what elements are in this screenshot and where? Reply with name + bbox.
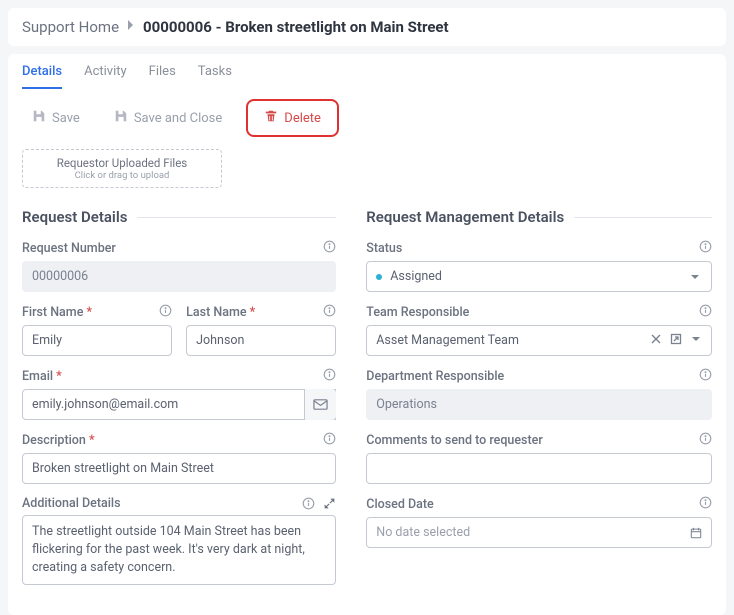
additional-details-input[interactable] xyxy=(22,515,336,585)
request-number-value: 00000006 xyxy=(22,261,336,292)
save-close-button[interactable]: Save and Close xyxy=(104,103,232,133)
status-label: Status xyxy=(366,241,402,256)
status-dot-icon xyxy=(376,274,382,280)
envelope-icon[interactable] xyxy=(304,389,336,420)
section-header-right: Request Management Details xyxy=(366,208,712,226)
tabs: Details Activity Files Tasks xyxy=(8,54,726,89)
open-record-icon[interactable] xyxy=(670,333,682,349)
save-label: Save xyxy=(52,111,80,126)
toolbar: Save Save and Close Delete xyxy=(8,89,726,143)
tab-tasks[interactable]: Tasks xyxy=(198,64,232,89)
field-additional-details: Additional Details xyxy=(22,496,336,589)
info-icon[interactable] xyxy=(323,304,336,321)
field-request-number: Request Number 00000006 xyxy=(22,240,336,292)
tab-details[interactable]: Details xyxy=(22,64,62,89)
field-description: Description * xyxy=(22,432,336,484)
upload-sub: Click or drag to upload xyxy=(33,170,211,181)
field-status: Status Assigned xyxy=(366,240,712,292)
save-icon xyxy=(32,109,46,127)
chevron-down-icon[interactable] xyxy=(690,333,702,349)
delete-label: Delete xyxy=(284,111,321,126)
chevron-right-icon xyxy=(127,19,135,35)
additional-details-label: Additional Details xyxy=(22,496,121,511)
request-number-label: Request Number xyxy=(22,241,116,256)
info-icon[interactable] xyxy=(323,240,336,257)
last-name-input[interactable] xyxy=(186,325,336,356)
chevron-down-icon xyxy=(679,262,711,291)
info-icon[interactable] xyxy=(699,368,712,385)
calendar-icon[interactable] xyxy=(680,517,712,548)
info-icon[interactable] xyxy=(699,432,712,449)
delete-button[interactable]: Delete xyxy=(246,99,339,137)
first-name-input[interactable] xyxy=(22,325,172,356)
field-department-responsible: Department Responsible Operations xyxy=(366,368,712,420)
status-select[interactable]: Assigned xyxy=(366,261,712,292)
save-close-label: Save and Close xyxy=(134,111,222,126)
status-value: Assigned xyxy=(390,269,442,284)
first-name-label: First Name * xyxy=(22,305,92,320)
tab-activity[interactable]: Activity xyxy=(84,64,127,89)
info-icon[interactable] xyxy=(159,304,172,321)
dept-value: Operations xyxy=(366,389,712,420)
comments-input[interactable] xyxy=(366,453,712,484)
save-button[interactable]: Save xyxy=(22,103,90,133)
section-header-left: Request Details xyxy=(22,208,336,226)
expand-icon[interactable] xyxy=(323,497,336,510)
section-title-left: Request Details xyxy=(22,208,127,226)
team-label: Team Responsible xyxy=(366,305,469,320)
info-icon[interactable] xyxy=(302,497,315,510)
breadcrumb: Support Home 00000006 - Broken streetlig… xyxy=(8,8,726,46)
email-input[interactable] xyxy=(22,389,336,420)
email-label: Email * xyxy=(22,369,62,384)
description-label: Description * xyxy=(22,433,95,448)
description-input[interactable] xyxy=(22,453,336,484)
clear-icon[interactable] xyxy=(650,333,662,349)
field-first-name: First Name * xyxy=(22,304,172,356)
breadcrumb-home[interactable]: Support Home xyxy=(22,18,119,36)
closed-date-label: Closed Date xyxy=(366,497,433,512)
save-close-icon xyxy=(114,109,128,127)
field-comments: Comments to send to requester xyxy=(366,432,712,484)
upload-title: Requestor Uploaded Files xyxy=(33,156,211,170)
upload-dropzone[interactable]: Requestor Uploaded Files Click or drag t… xyxy=(22,149,222,188)
section-title-right: Request Management Details xyxy=(366,208,564,226)
info-icon[interactable] xyxy=(323,368,336,385)
info-icon[interactable] xyxy=(699,240,712,257)
info-icon[interactable] xyxy=(323,432,336,449)
tab-files[interactable]: Files xyxy=(149,64,176,89)
trash-icon xyxy=(264,109,278,127)
field-closed-date: Closed Date No date selected xyxy=(366,496,712,548)
field-last-name: Last Name * xyxy=(186,304,336,356)
field-team-responsible: Team Responsible xyxy=(366,304,712,356)
info-icon[interactable] xyxy=(699,304,712,321)
info-icon[interactable] xyxy=(699,496,712,513)
last-name-label: Last Name * xyxy=(186,305,255,320)
dept-label: Department Responsible xyxy=(366,369,504,384)
field-email: Email * xyxy=(22,368,336,420)
closed-date-input[interactable]: No date selected xyxy=(366,517,712,548)
breadcrumb-title: 00000006 - Broken streetlight on Main St… xyxy=(143,18,449,36)
comments-label: Comments to send to requester xyxy=(366,433,543,448)
